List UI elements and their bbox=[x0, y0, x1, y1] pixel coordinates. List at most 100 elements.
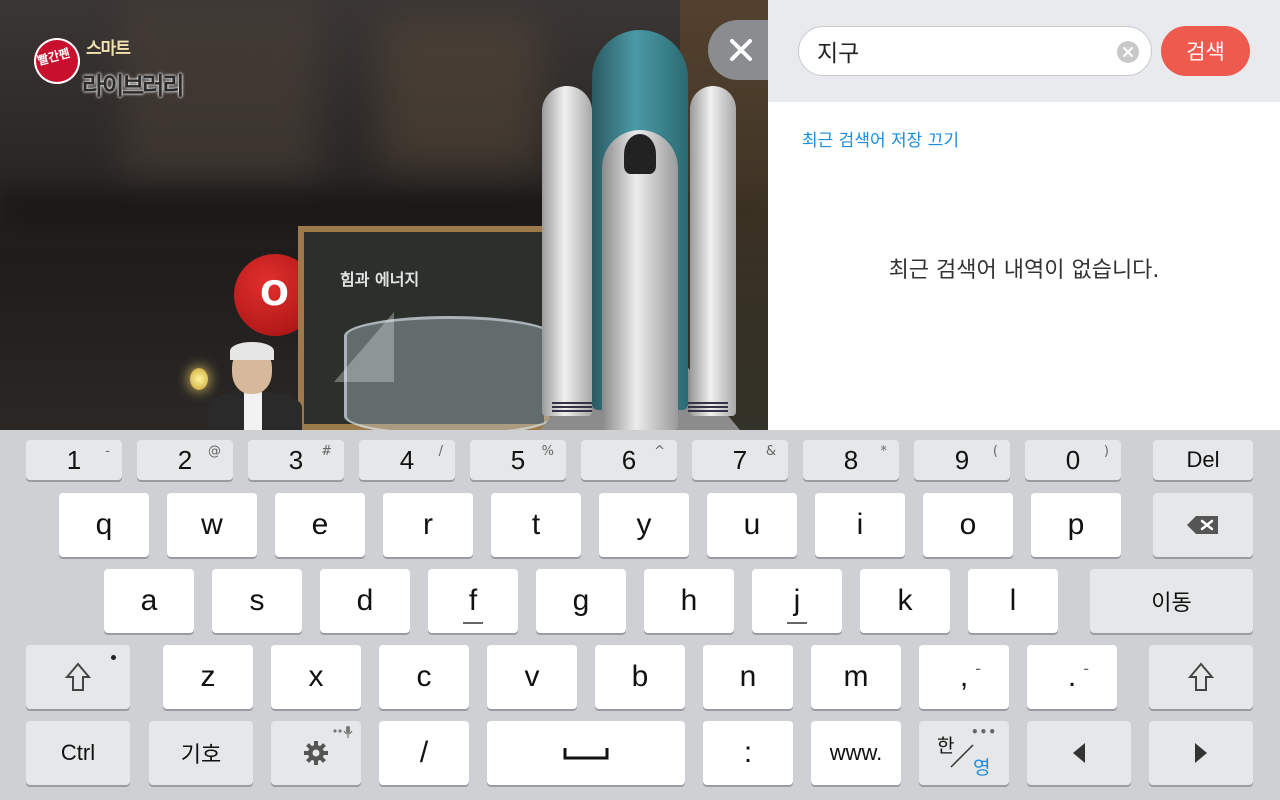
home-key-marker bbox=[787, 622, 807, 624]
shift-icon bbox=[1188, 662, 1214, 691]
key-sublabel: # bbox=[321, 444, 332, 459]
shift-icon bbox=[65, 662, 91, 691]
close-icon bbox=[730, 39, 752, 61]
key-sublabel: ^ bbox=[654, 444, 665, 459]
key-w[interactable]: w bbox=[167, 493, 257, 557]
shift-right-key[interactable] bbox=[1149, 645, 1253, 709]
key-k[interactable]: k bbox=[860, 569, 950, 633]
key-3[interactable]: 3 # bbox=[248, 440, 344, 480]
key-7[interactable]: 7 & bbox=[692, 440, 788, 480]
key-h[interactable]: h bbox=[644, 569, 734, 633]
lang-secondary-label: 영 bbox=[973, 757, 991, 779]
recent-search-toggle-link[interactable]: 최근 검색어 저장 끄기 bbox=[802, 126, 959, 151]
key-colon[interactable]: : bbox=[703, 721, 793, 785]
key-1[interactable]: 1- bbox=[26, 440, 122, 480]
arrow-left-icon bbox=[1073, 743, 1085, 763]
key-a[interactable]: a bbox=[104, 569, 194, 633]
on-screen-keyboard: 1- 2 @ 3 # 4/ 5% 6 ^ 7 & 8 * 9( 0) Del q w e … bbox=[0, 430, 1280, 800]
shift-left-key[interactable] bbox=[26, 645, 130, 709]
background-illustration: 빨간펜 스마트 라이브러리 O 힘과 에너지 bbox=[0, 0, 768, 430]
logo-badge: 빨간펜 bbox=[34, 38, 80, 84]
space-icon bbox=[563, 748, 609, 760]
search-bar: 검색 bbox=[768, 0, 1280, 102]
key-v[interactable]: v bbox=[487, 645, 577, 709]
language-toggle-key[interactable]: 한 영 ••• bbox=[919, 721, 1009, 785]
key-sublabel: % bbox=[541, 444, 554, 459]
key-label: f bbox=[468, 584, 478, 617]
key-label: 1 bbox=[66, 444, 82, 475]
key-l[interactable]: l bbox=[968, 569, 1058, 633]
key-label: 5 bbox=[510, 444, 526, 475]
clear-button[interactable] bbox=[1117, 41, 1139, 63]
key-e[interactable]: e bbox=[275, 493, 365, 557]
key-u[interactable]: u bbox=[707, 493, 797, 557]
key-comma[interactable]: ,- bbox=[919, 645, 1009, 709]
key-z[interactable]: z bbox=[163, 645, 253, 709]
key-4[interactable]: 4/ bbox=[359, 440, 455, 480]
more-dots-icon: ••• bbox=[970, 725, 997, 739]
key-g[interactable]: g bbox=[536, 569, 626, 633]
key-slash[interactable]: / bbox=[379, 721, 469, 785]
chalkboard-title: 힘과 에너지 bbox=[340, 270, 420, 289]
space-shuttle bbox=[506, 30, 768, 430]
key-x[interactable]: x bbox=[271, 645, 361, 709]
key-label: 8 bbox=[843, 444, 859, 475]
key-period[interactable]: .- bbox=[1027, 645, 1117, 709]
key-c[interactable]: c bbox=[379, 645, 469, 709]
key-label: j bbox=[793, 584, 801, 617]
key-label: 6 bbox=[621, 444, 637, 475]
space-key[interactable] bbox=[487, 721, 685, 785]
www-key[interactable]: www. bbox=[811, 721, 901, 785]
key-sublabel: / bbox=[438, 444, 443, 459]
key-5[interactable]: 5% bbox=[470, 440, 566, 480]
shift-indicator-dot bbox=[111, 655, 116, 660]
key-sublabel: & bbox=[765, 444, 776, 459]
key-t[interactable]: t bbox=[491, 493, 581, 557]
search-button[interactable]: 검색 bbox=[1161, 26, 1250, 76]
key-i[interactable]: i bbox=[815, 493, 905, 557]
key-label: , bbox=[959, 660, 969, 693]
key-8[interactable]: 8 * bbox=[803, 440, 899, 480]
key-r[interactable]: r bbox=[383, 493, 473, 557]
empty-recent-message: 최근 검색어 내역이 없습니다. bbox=[888, 258, 1160, 283]
enter-move-key[interactable]: 이동 bbox=[1090, 569, 1253, 633]
key-sublabel: * bbox=[880, 444, 888, 459]
symbol-key[interactable]: 기호 bbox=[149, 721, 253, 785]
key-label: 4 bbox=[399, 444, 415, 475]
key-6[interactable]: 6 ^ bbox=[581, 440, 677, 480]
key-label: 2 bbox=[177, 444, 193, 475]
key-y[interactable]: y bbox=[599, 493, 689, 557]
key-n[interactable]: n bbox=[703, 645, 793, 709]
backspace-key[interactable] bbox=[1153, 493, 1253, 557]
key-q[interactable]: q bbox=[59, 493, 149, 557]
key-2[interactable]: 2 @ bbox=[137, 440, 233, 480]
home-key-marker bbox=[463, 622, 483, 624]
red-ball-letter: O bbox=[260, 274, 289, 314]
ctrl-key[interactable]: Ctrl bbox=[26, 721, 130, 785]
app-logo: 빨간펜 스마트 라이브러리 bbox=[30, 30, 220, 100]
key-9[interactable]: 9( bbox=[914, 440, 1010, 480]
key-0[interactable]: 0) bbox=[1025, 440, 1121, 480]
key-s[interactable]: s bbox=[212, 569, 302, 633]
key-f[interactable]: f bbox=[428, 569, 518, 633]
key-label: 9 bbox=[954, 444, 970, 475]
light-bulb-icon bbox=[190, 368, 208, 390]
key-sublabel: - bbox=[975, 659, 981, 678]
key-o[interactable]: o bbox=[923, 493, 1013, 557]
logo-badge-text: 빨간펜 bbox=[35, 45, 72, 69]
logo-line1: 스마트 bbox=[86, 39, 131, 59]
key-p[interactable]: p bbox=[1031, 493, 1121, 557]
delete-key[interactable]: Del bbox=[1153, 440, 1253, 480]
arrow-right-key[interactable] bbox=[1149, 721, 1253, 785]
search-input[interactable] bbox=[817, 36, 1107, 66]
key-b[interactable]: b bbox=[595, 645, 685, 709]
key-d[interactable]: d bbox=[320, 569, 410, 633]
key-m[interactable]: m bbox=[811, 645, 901, 709]
key-sublabel: - bbox=[105, 444, 110, 459]
search-field[interactable] bbox=[798, 26, 1152, 76]
key-sublabel: ) bbox=[1103, 444, 1109, 459]
search-panel: 검색 최근 검색어 저장 끄기 최근 검색어 내역이 없습니다. bbox=[768, 0, 1280, 430]
arrow-left-key[interactable] bbox=[1027, 721, 1131, 785]
key-j[interactable]: j bbox=[752, 569, 842, 633]
settings-key[interactable] bbox=[271, 721, 361, 785]
